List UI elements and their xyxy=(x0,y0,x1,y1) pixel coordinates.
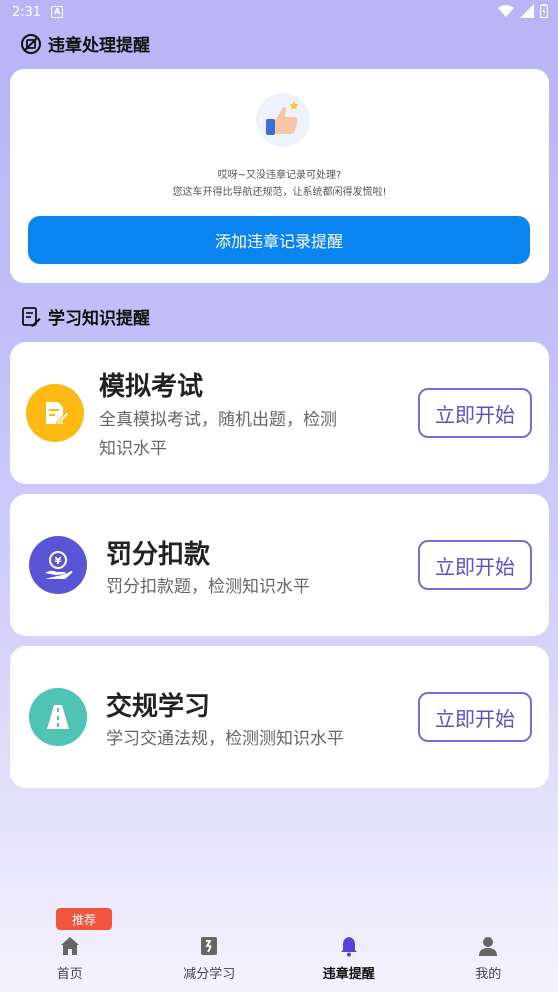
svg-text:¥: ¥ xyxy=(55,556,62,567)
nav-mine[interactable]: 我的 xyxy=(419,924,558,992)
violation-section-label: 违章处理提醒 xyxy=(48,36,150,56)
status-bar: 2:31 A xyxy=(0,0,558,24)
nav-study[interactable]: 减分学习 xyxy=(140,924,280,992)
violation-section-title: 违章处理提醒 xyxy=(20,31,150,56)
nav-violation-label: 违章提醒 xyxy=(322,967,375,982)
notification-icon: A xyxy=(51,6,64,18)
penalty-title: 罚分扣款 xyxy=(106,540,211,570)
study-section-label: 学习知识提醒 xyxy=(48,309,150,329)
traffic-rules-title: 交规学习 xyxy=(106,692,211,722)
empty-message-line2: 您这车开得比导航还规范，让系统都闲得发慌啦! xyxy=(172,187,387,198)
user-icon xyxy=(476,934,500,958)
battery-icon xyxy=(540,4,548,18)
nav-study-label: 减分学习 xyxy=(183,967,236,982)
yen-hand-icon: ¥ xyxy=(29,536,87,594)
bottom-nav: 首页 减分学习 违章提醒 我的 xyxy=(0,924,558,992)
mock-exam-desc-line2: 知识水平 xyxy=(99,439,167,459)
bell-icon xyxy=(337,934,361,958)
traffic-rules-desc: 学习交通法规，检测测知识水平 xyxy=(106,729,344,749)
notebook-edit-icon xyxy=(20,306,42,328)
empty-message-line1: 哎呀~又没违章记录可处理? xyxy=(217,170,342,181)
nav-violation[interactable]: 违章提醒 xyxy=(279,924,419,992)
home-icon xyxy=(58,934,82,958)
no-violation-icon xyxy=(20,33,42,55)
wifi-icon xyxy=(498,5,514,17)
nav-home-label: 首页 xyxy=(56,967,83,982)
penalty-card[interactable]: ¥ 罚分扣款 罚分扣款题，检测知识水平 立即开始 xyxy=(10,494,549,636)
penalty-start-button[interactable]: 立即开始 xyxy=(418,540,532,590)
book-icon xyxy=(197,934,221,958)
nav-home[interactable]: 首页 xyxy=(0,924,140,992)
status-time: 2:31 xyxy=(12,4,42,20)
road-icon xyxy=(29,688,87,746)
traffic-rules-card[interactable]: 交规学习 学习交通法规，检测测知识水平 立即开始 xyxy=(10,646,549,788)
signal-icon xyxy=(520,4,534,18)
study-section-title: 学习知识提醒 xyxy=(20,304,150,329)
nav-mine-label: 我的 xyxy=(475,967,502,982)
mock-exam-title: 模拟考试 xyxy=(99,372,204,402)
mock-exam-desc-line1: 全真模拟考试，随机出题，检测 xyxy=(99,410,337,430)
mock-exam-start-button[interactable]: 立即开始 xyxy=(418,388,532,438)
mock-exam-card[interactable]: 模拟考试 全真模拟考试，随机出题，检测 知识水平 立即开始 xyxy=(10,342,549,484)
violation-empty-card: 哎呀~又没违章记录可处理? 您这车开得比导航还规范，让系统都闲得发慌啦! 添加违… xyxy=(10,69,549,283)
thumbs-up-icon xyxy=(256,93,310,147)
traffic-rules-start-button[interactable]: 立即开始 xyxy=(418,692,532,742)
add-violation-reminder-button[interactable]: 添加违章记录提醒 xyxy=(28,216,530,264)
status-icons xyxy=(498,4,548,18)
penalty-desc: 罚分扣款题，检测知识水平 xyxy=(106,577,310,597)
document-edit-icon xyxy=(26,384,84,442)
